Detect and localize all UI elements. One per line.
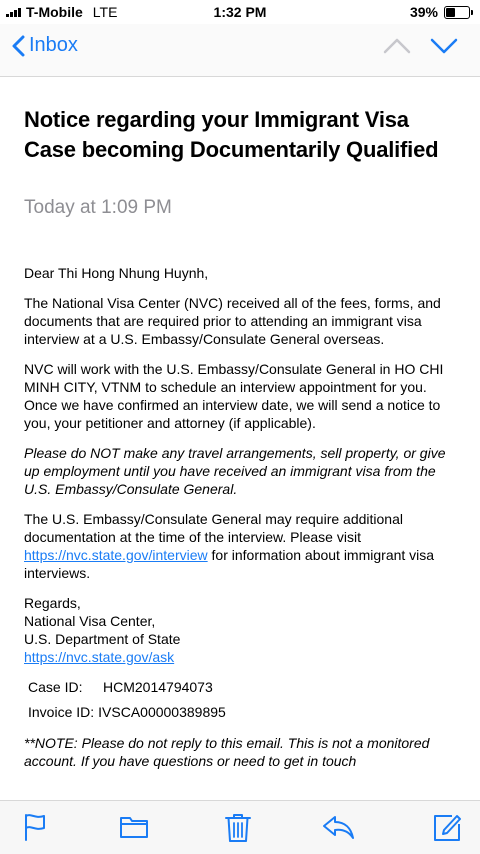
folder-icon[interactable] xyxy=(119,813,149,839)
invoice-id-value: IVSCA00000389895 xyxy=(98,704,226,720)
interview-info-link[interactable]: https://nvc.state.gov/interview xyxy=(24,547,208,563)
invoice-id-label: Invoice ID: xyxy=(28,704,95,720)
battery-percent: 39% xyxy=(409,4,438,20)
compose-icon[interactable] xyxy=(432,813,462,843)
battery-icon xyxy=(444,6,473,19)
chevron-left-icon xyxy=(12,35,25,56)
paragraph-fees-received: The National Visa Center (NVC) received … xyxy=(24,295,441,347)
back-to-inbox-button[interactable]: Inbox xyxy=(12,34,78,57)
case-ids: Case ID: HCM2014794073 Invoice ID: IVSCA00… xyxy=(28,678,464,721)
trash-icon[interactable] xyxy=(225,813,251,843)
bottom-toolbar xyxy=(0,800,480,854)
email-date: Today at 1:09 PM xyxy=(24,197,172,218)
signature-regards: Regards, xyxy=(24,595,81,611)
status-bar: T-Mobile LTE 1:32 PM 39% xyxy=(0,0,480,24)
case-id-value: HCM2014794073 xyxy=(103,679,213,695)
paragraph-interview-scheduling: NVC will work with the U.S. Embassy/Cons… xyxy=(24,361,444,431)
paragraph-documentation: The U.S. Embassy/Consulate General may r… xyxy=(24,510,464,582)
paragraph-travel-warning: Please do NOT make any travel arrangemen… xyxy=(24,445,446,497)
next-message-chevron-down-icon[interactable] xyxy=(430,37,458,55)
nav-bar: Inbox xyxy=(0,24,480,77)
ask-link[interactable]: https://nvc.state.gov/ask xyxy=(24,649,174,665)
documentation-text: The U.S. Embassy/Consulate General may r… xyxy=(24,511,403,545)
greeting: Dear Thi Hong Nhung Huynh, xyxy=(24,265,209,281)
case-id-label: Case ID: xyxy=(28,679,83,695)
no-reply-note: **NOTE: Please do not reply to this emai… xyxy=(24,735,430,769)
signature-name: National Visa Center, xyxy=(24,613,156,629)
status-time: 1:32 PM xyxy=(213,4,267,20)
signature: Regards, National Visa Center, U.S. Depa… xyxy=(24,594,464,666)
back-label: Inbox xyxy=(29,34,78,56)
signature-org: U.S. Department of State xyxy=(24,631,181,647)
case-id-row: Case ID: HCM2014794073 xyxy=(28,678,464,696)
email-subject: Notice regarding your Immigrant Visa Cas… xyxy=(24,107,439,162)
reply-icon[interactable] xyxy=(321,813,355,841)
email-content[interactable]: Notice regarding your Immigrant Visa Cas… xyxy=(0,77,480,800)
email-body: Dear Thi Hong Nhung Huynh, The National … xyxy=(24,264,464,770)
previous-message-chevron-up-icon[interactable] xyxy=(383,37,411,55)
invoice-id-row: Invoice ID: IVSCA00000389895 xyxy=(28,703,464,721)
flag-icon[interactable] xyxy=(22,813,48,841)
